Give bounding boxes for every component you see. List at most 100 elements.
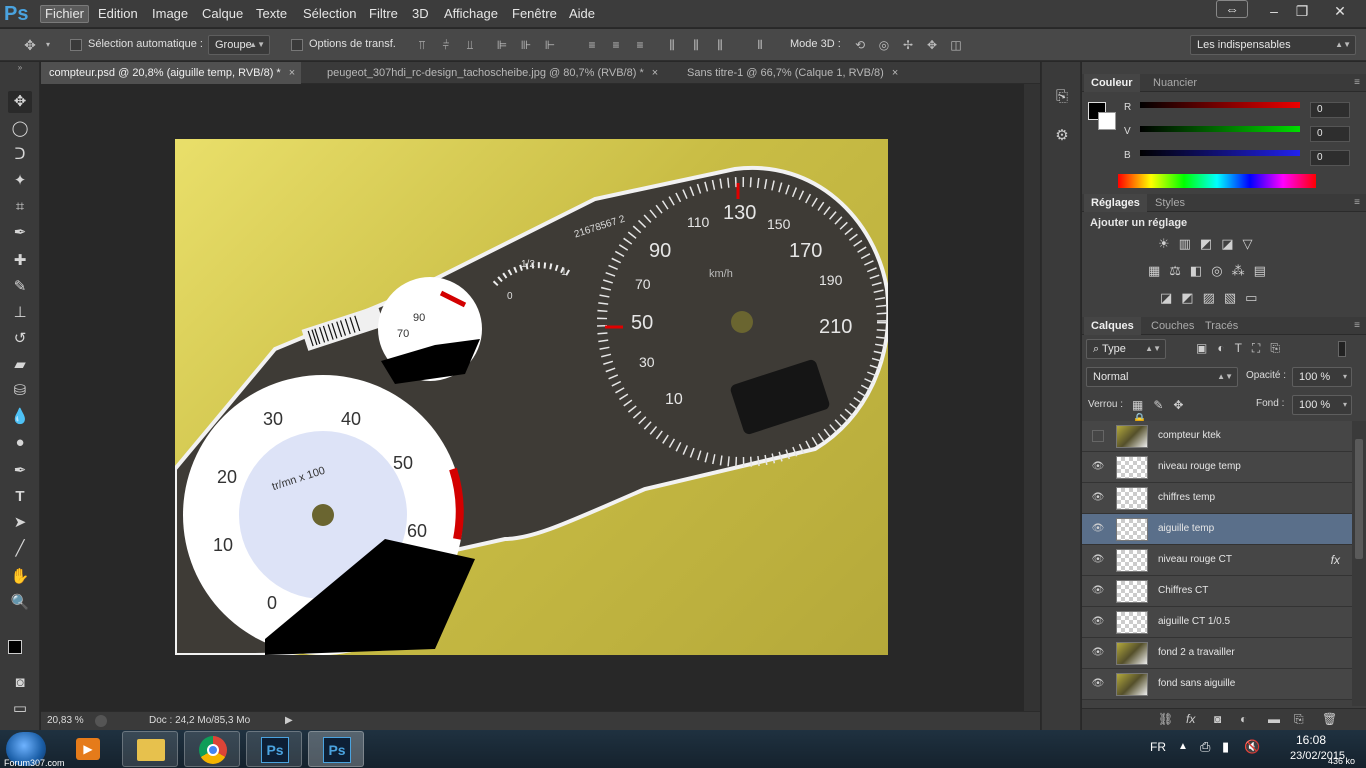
distribute-bottom-icon[interactable]: ≡ (632, 37, 648, 53)
resize-arrows-icon[interactable]: ⇔ (1216, 0, 1248, 18)
taskbar-explorer[interactable] (122, 731, 178, 767)
r-value[interactable]: 0 (1310, 102, 1350, 118)
new-layer-icon[interactable]: ⎘ (1294, 712, 1304, 727)
align-left-icon[interactable]: ⊫ (494, 37, 510, 53)
document-canvas[interactable]: 0 10 20 30 40 50 60 tr/mn x 100 70 90 0 … (175, 139, 888, 655)
status-menu-arrow-icon[interactable]: ▶ (285, 715, 293, 726)
layer-row[interactable]: compteur ktek (1082, 421, 1352, 452)
distribute-vcenter-icon[interactable]: ≡ (608, 37, 624, 53)
layer-thumbnail[interactable] (1116, 611, 1148, 634)
menu-3d[interactable]: 3D (408, 5, 433, 23)
blend-mode-dropdown[interactable]: Normal ▲▼ (1086, 367, 1238, 387)
layer-thumbnail[interactable] (1116, 456, 1148, 479)
quick-mask-icon[interactable]: ◙ (8, 672, 32, 694)
eye-icon[interactable]: 👁 (1090, 615, 1106, 629)
layer-row[interactable]: 👁 fond 2 a travailler (1082, 638, 1352, 669)
layer-row[interactable]: 👁 niveau rouge CT fx (1082, 545, 1352, 576)
paint-bucket-icon[interactable]: ⛁ (8, 380, 32, 402)
network-icon[interactable]: ▮ (1222, 739, 1229, 755)
layer-name[interactable]: chiffres temp (1158, 492, 1215, 503)
taskbar-media-player[interactable]: ▶ (60, 731, 116, 767)
align-hcenter-icon[interactable]: ⊪ (518, 37, 534, 53)
layer-name[interactable]: aiguille CT 1/0.5 (1158, 616, 1230, 627)
auto-align-icon[interactable]: ⫴ (752, 37, 768, 53)
trash-icon[interactable]: 🗑 (1322, 712, 1337, 726)
layer-filter-icons[interactable]: ▣◐T⛶⎘ (1196, 341, 1336, 356)
layer-name[interactable]: aiguille temp (1158, 523, 1214, 534)
eye-icon[interactable]: 👁 (1090, 677, 1106, 691)
layer-thumbnail[interactable] (1116, 425, 1148, 448)
hidden-layer-box-icon[interactable] (1092, 430, 1104, 442)
volume-muted-icon[interactable]: 🔇 (1244, 739, 1260, 755)
close-tab-icon[interactable]: × (892, 67, 898, 79)
taskbar-photoshop-2[interactable]: Ps (308, 731, 364, 767)
color-spectrum[interactable] (1118, 174, 1316, 188)
layer-name[interactable]: niveau rouge CT (1158, 554, 1232, 565)
auto-select-checkbox[interactable] (70, 39, 82, 51)
layer-thumbnail[interactable] (1116, 518, 1148, 541)
layer-thumbnail[interactable] (1116, 549, 1148, 572)
tab-couleur[interactable]: Couleur (1084, 74, 1140, 92)
distribute-left-icon[interactable]: ⫼ (664, 37, 680, 53)
auto-select-dropdown[interactable]: Groupe ▲▼ (208, 35, 270, 55)
menu-fichier[interactable]: Fichier (40, 5, 90, 23)
g-slider[interactable] (1140, 126, 1300, 132)
layer-row[interactable]: 👁 chiffres temp (1082, 483, 1352, 514)
layer-name[interactable]: niveau rouge temp (1158, 461, 1241, 472)
new-group-icon[interactable]: ▬ (1268, 712, 1280, 726)
filter-toggle[interactable] (1338, 341, 1346, 357)
layers-scroll-thumb[interactable] (1355, 439, 1363, 559)
screen-mode-icon[interactable]: ▭ (8, 698, 32, 720)
layer-row[interactable]: 👁 aiguille temp (1082, 514, 1352, 545)
eye-icon[interactable]: 👁 (1090, 522, 1106, 536)
restore-button[interactable]: ❐ (1290, 0, 1314, 22)
properties-panel-icon[interactable]: ⚙ (1050, 126, 1074, 148)
layer-name[interactable]: Chiffres CT (1158, 585, 1208, 596)
tab-compteur[interactable]: compteur.psd @ 20,8% (aiguille temp, RVB… (41, 62, 302, 84)
r-slider[interactable] (1140, 102, 1300, 108)
roll-3d-icon[interactable]: ◎ (876, 37, 892, 53)
clock-time[interactable]: 16:08 (1296, 733, 1326, 747)
crop-icon[interactable]: ⌗ (8, 196, 32, 218)
adjust-icons-row-1[interactable]: ☀▥◩◪▽ (1158, 236, 1358, 252)
distribute-top-icon[interactable]: ≡ (584, 37, 600, 53)
adjust-icons-row-3[interactable]: ◪◩▨▧▭ (1160, 290, 1360, 306)
eye-icon[interactable]: 👁 (1090, 646, 1106, 660)
brush-icon[interactable]: ✎ (8, 276, 32, 298)
menu-texte[interactable]: Texte (252, 5, 291, 23)
align-top-icon[interactable]: ⫪ (414, 37, 430, 53)
panel-menu-icon[interactable]: ≡ (1354, 317, 1360, 335)
type-tool-icon[interactable]: T (8, 486, 32, 508)
layer-thumbnail[interactable] (1116, 642, 1148, 665)
layer-name[interactable]: compteur ktek (1158, 430, 1221, 441)
align-vcenter-icon[interactable]: ⫩ (438, 37, 454, 53)
hand-icon[interactable]: ✋ (8, 566, 32, 588)
language-indicator[interactable]: FR (1150, 740, 1166, 754)
scale-3d-icon[interactable]: ◫ (948, 37, 964, 53)
menu-image[interactable]: Image (148, 5, 192, 23)
tab-nuancier[interactable]: Nuancier (1146, 74, 1204, 92)
align-bottom-icon[interactable]: ⫫ (462, 37, 478, 53)
tray-expand-icon[interactable]: ▲ (1178, 741, 1188, 752)
healing-brush-icon[interactable]: ✚ (8, 250, 32, 272)
close-tab-icon[interactable]: × (652, 67, 658, 79)
history-brush-icon[interactable]: ↺ (8, 328, 32, 350)
foreground-color-swatch[interactable] (8, 640, 22, 654)
taskbar-photoshop-1[interactable]: Ps (246, 731, 302, 767)
tool-preset-dropdown-icon[interactable]: ▾ (40, 37, 56, 53)
status-info-icon[interactable] (95, 715, 107, 727)
menu-filtre[interactable]: Filtre (365, 5, 402, 23)
menu-edition[interactable]: Edition (94, 5, 142, 23)
eraser-icon[interactable]: ▰ (8, 354, 32, 376)
adjustment-layer-icon[interactable]: ◐ (1240, 712, 1247, 726)
layer-row[interactable]: 👁 Chiffres CT (1082, 576, 1352, 607)
opacity-field[interactable]: 100 % ▾ (1292, 367, 1352, 387)
minimize-button[interactable]: – (1262, 0, 1286, 22)
history-panel-icon[interactable]: ⎘ (1050, 88, 1074, 110)
zoom-level[interactable]: 20,83 % (47, 715, 84, 726)
move-tool-icon[interactable]: ✥ (22, 37, 38, 53)
tab-calques[interactable]: Calques (1084, 317, 1141, 335)
eye-icon[interactable]: 👁 (1090, 584, 1106, 598)
g-value[interactable]: 0 (1310, 126, 1350, 142)
move-tool-icon[interactable]: ✥ (8, 91, 32, 113)
